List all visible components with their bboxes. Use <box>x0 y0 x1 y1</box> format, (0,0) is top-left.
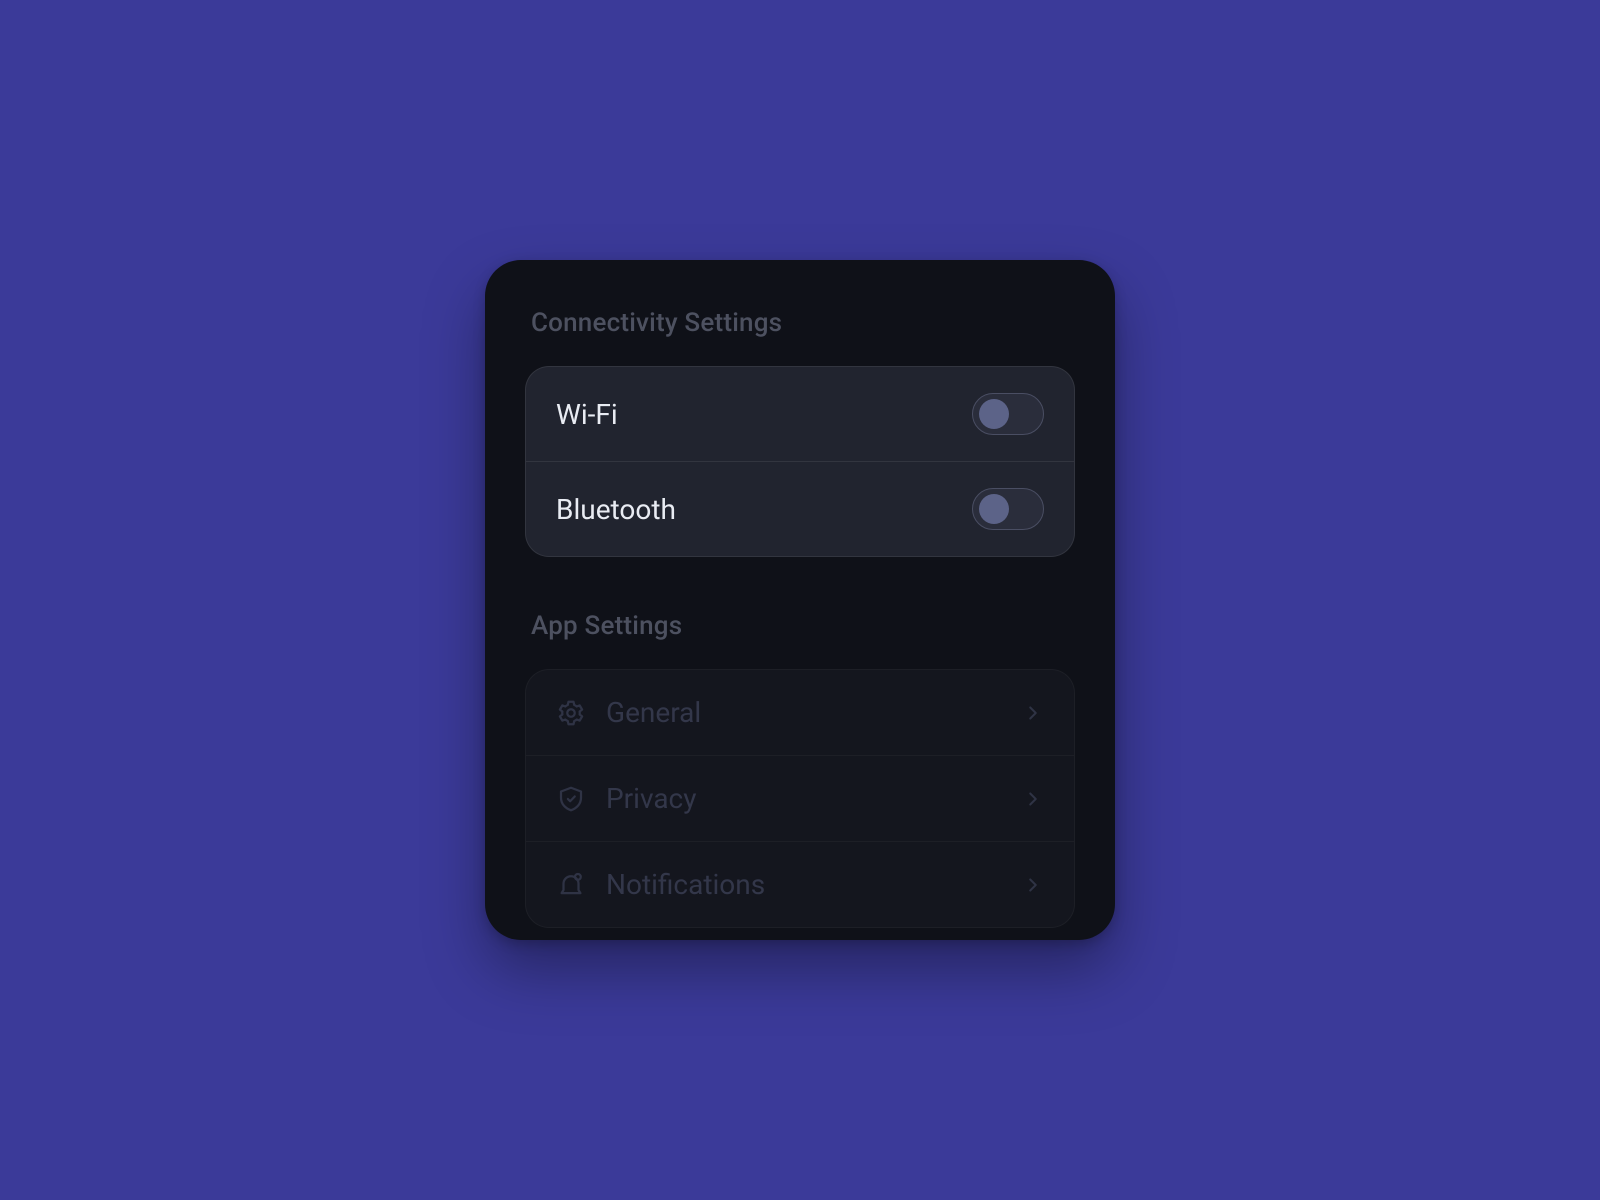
bluetooth-row[interactable]: Bluetooth <box>526 461 1074 556</box>
chevron-right-icon <box>1022 874 1044 896</box>
app-section-title: App Settings <box>531 611 1069 641</box>
wifi-toggle[interactable] <box>972 393 1044 435</box>
toggle-knob <box>979 399 1009 429</box>
gear-icon <box>556 698 586 728</box>
bluetooth-label: Bluetooth <box>556 493 676 526</box>
wifi-label: Wi-Fi <box>556 398 618 431</box>
general-row[interactable]: General <box>526 670 1074 755</box>
app-settings-group: General Privacy <box>525 669 1075 928</box>
wifi-row[interactable]: Wi-Fi <box>526 367 1074 461</box>
privacy-label: Privacy <box>606 782 696 815</box>
general-label: General <box>606 696 701 729</box>
bluetooth-toggle[interactable] <box>972 488 1044 530</box>
chevron-right-icon <box>1022 702 1044 724</box>
settings-card: Connectivity Settings Wi-Fi Bluetooth Ap… <box>485 260 1115 940</box>
connectivity-group: Wi-Fi Bluetooth <box>525 366 1075 557</box>
connectivity-section-title: Connectivity Settings <box>531 308 1069 338</box>
toggle-knob <box>979 494 1009 524</box>
notifications-label: Notifications <box>606 868 765 901</box>
chevron-right-icon <box>1022 788 1044 810</box>
privacy-row[interactable]: Privacy <box>526 755 1074 841</box>
shield-icon <box>556 784 586 814</box>
bell-icon <box>556 870 586 900</box>
notifications-row[interactable]: Notifications <box>526 841 1074 927</box>
